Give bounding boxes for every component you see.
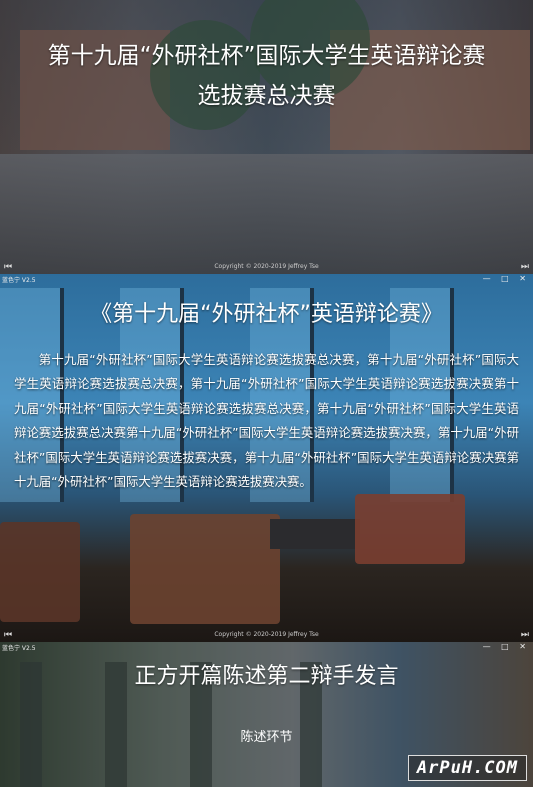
slide-body-text: 第十九届“外研社杯”国际大学生英语辩论赛选拔赛总决赛，第十九届“外研社杯”国际大… bbox=[14, 352, 519, 490]
slide-cover: 第十九届“外研社杯”国际大学生英语辩论赛 选拔赛总决赛 ⏮ Copyright … bbox=[0, 0, 533, 274]
window-title: 蓝色宁 V2.5 bbox=[2, 277, 36, 284]
playback-bar: ⏮ Copyright © 2020-2019 Jeffrey Tse ⏭ bbox=[0, 260, 533, 274]
speaker-title: 正方开篇陈述第二辩手发言 bbox=[134, 664, 399, 689]
background-street bbox=[0, 154, 533, 274]
cover-title: 第十九届“外研社杯”国际大学生英语辩论赛 选拔赛总决赛 bbox=[0, 36, 533, 116]
window-buttons[interactable]: — □ ✕ bbox=[483, 642, 530, 651]
copyright-text: Copyright © 2020-2019 Jeffrey Tse bbox=[214, 263, 319, 270]
copyright-text: Copyright © 2020-2019 Jeffrey Tse bbox=[214, 631, 319, 638]
slide-statement: 蓝色宁 V2.5 — □ ✕ 《第十九届“外研社杯”英语辩论赛》 第十九届“外研… bbox=[0, 274, 533, 642]
window-title: 蓝色宁 V2.5 bbox=[2, 645, 36, 652]
window-titlebar: 蓝色宁 V2.5 — □ ✕ bbox=[0, 642, 533, 654]
next-icon[interactable]: ⏭ bbox=[521, 628, 529, 642]
playback-bar: ⏮ Copyright © 2020-2019 Jeffrey Tse ⏭ bbox=[0, 628, 533, 642]
slide-title: 《第十九届“外研社杯”英语辩论赛》 bbox=[90, 302, 443, 327]
background-sofa bbox=[0, 522, 80, 622]
cover-title-line2: 选拔赛总决赛 bbox=[197, 83, 336, 109]
window-titlebar: 蓝色宁 V2.5 — □ ✕ bbox=[0, 274, 533, 286]
window-buttons[interactable]: — □ ✕ bbox=[483, 274, 530, 283]
background-table bbox=[270, 519, 360, 549]
speaker-subtitle: 陈述环节 bbox=[240, 730, 293, 745]
background-sofa bbox=[130, 514, 280, 624]
background-sofa bbox=[355, 494, 465, 564]
site-watermark: ArPuH.COM bbox=[407, 755, 527, 781]
cover-title-line1: 第十九届“外研社杯”国际大学生英语辩论赛 bbox=[47, 43, 486, 69]
slide-speaker: 蓝色宁 V2.5 — □ ✕ 正方开篇陈述第二辩手发言 陈述环节 ArPuH.C… bbox=[0, 642, 533, 787]
next-icon[interactable]: ⏭ bbox=[521, 260, 529, 274]
